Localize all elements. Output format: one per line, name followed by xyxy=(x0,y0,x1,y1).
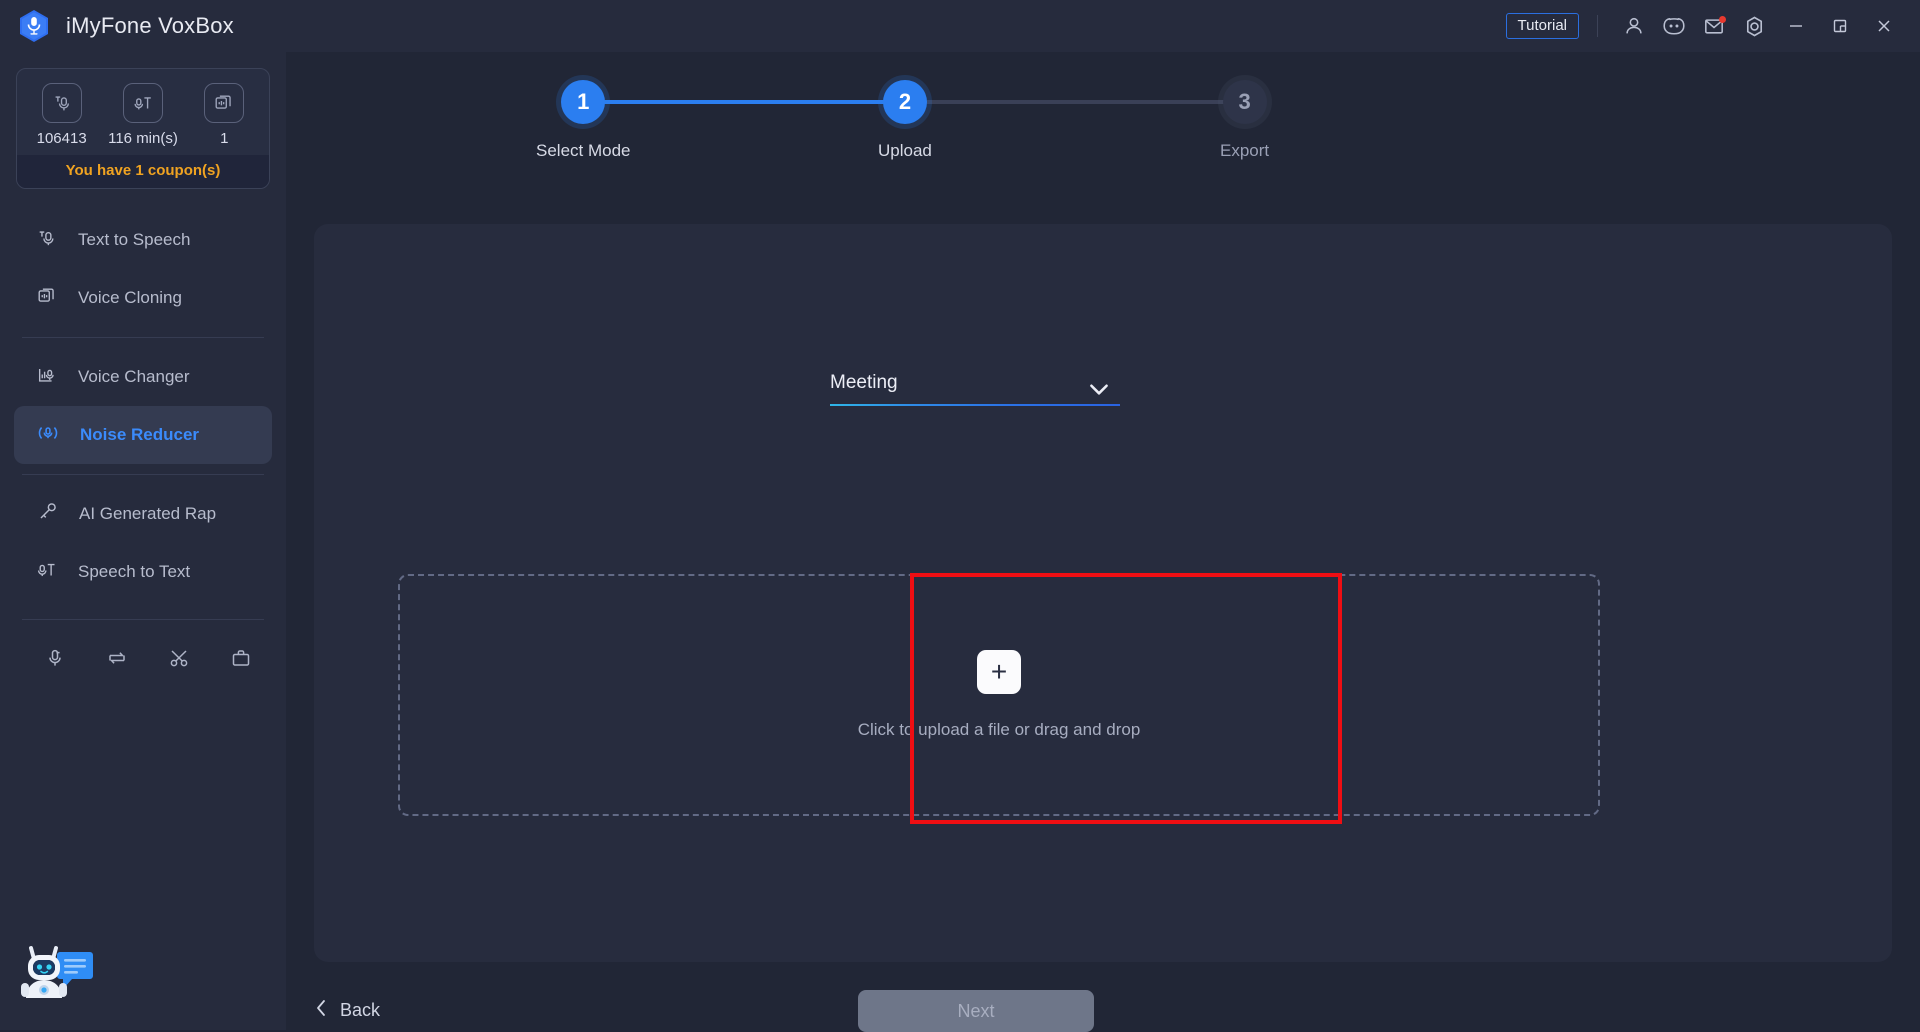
converter-icon[interactable] xyxy=(86,638,148,678)
sidebar-item-label: AI Generated Rap xyxy=(79,504,217,523)
voice-cloning-icon xyxy=(36,285,58,312)
sidebar-item-voice-changer[interactable]: Voice Changer xyxy=(14,348,272,406)
close-button[interactable] xyxy=(1862,0,1906,52)
credit-value: 1 xyxy=(220,130,229,147)
stepper-step-3[interactable]: 3 Export xyxy=(1220,80,1269,161)
progress-stepper: 1 Select Mode 2 Upload 3 Export xyxy=(286,80,1920,200)
step-label: Upload xyxy=(878,141,932,160)
sidebar-item-speech-to-text[interactable]: Speech to Text xyxy=(14,543,272,601)
title-bar: iMyFone VoxBox Tutorial xyxy=(0,0,1920,52)
sidebar-item-text-to-speech[interactable]: Text to Speech xyxy=(14,211,272,269)
step-number: 3 xyxy=(1222,80,1267,124)
back-button-label: Back xyxy=(340,1000,381,1020)
mode-select-value: Meeting xyxy=(830,372,898,393)
add-file-button[interactable]: + xyxy=(977,650,1021,694)
speech-to-text-icon xyxy=(122,83,163,123)
tutorial-button[interactable]: Tutorial xyxy=(1505,13,1579,39)
sidebar-item-label: Noise Reducer xyxy=(80,425,200,444)
sidebar-item-label: Voice Changer xyxy=(78,367,190,386)
credit-speech-to-text[interactable]: 116 min(s) xyxy=(103,83,184,147)
toolbox-icon[interactable] xyxy=(210,638,272,678)
next-button[interactable]: Next xyxy=(858,990,1094,1032)
sidebar: 106413 116 min(s) 1 You have 1 coupon(s)… xyxy=(0,52,286,1030)
step-number: 1 xyxy=(561,80,606,124)
recorder-icon[interactable] xyxy=(24,638,86,678)
dropzone-hint-text: Click to upload a file or drag and drop xyxy=(857,720,1141,739)
sidebar-item-label: Text to Speech xyxy=(78,230,191,249)
mode-select-underline xyxy=(830,404,1120,406)
stepper-step-2[interactable]: 2 Upload xyxy=(878,80,932,161)
noise-reducer-icon xyxy=(36,421,60,450)
credit-voice-cloning[interactable]: 1 xyxy=(184,83,265,147)
account-icon[interactable] xyxy=(1614,6,1654,46)
minimize-button[interactable] xyxy=(1774,0,1818,52)
credits-row: 106413 116 min(s) 1 xyxy=(17,69,269,155)
credit-text-to-speech[interactable]: 106413 xyxy=(21,83,102,147)
stepper-step-1[interactable]: 1 Select Mode xyxy=(536,80,631,161)
settings-gear-icon[interactable] xyxy=(1734,6,1774,46)
mail-icon[interactable] xyxy=(1694,6,1734,46)
titlebar-divider xyxy=(1597,15,1598,37)
step-number: 2 xyxy=(882,80,927,124)
app-logo-icon xyxy=(16,8,52,44)
stepper-connector-2-3 xyxy=(922,100,1264,104)
credit-value: 106413 xyxy=(36,130,87,147)
sidebar-divider xyxy=(22,337,264,338)
text-to-speech-icon xyxy=(36,227,58,254)
credits-card: 106413 116 min(s) 1 You have 1 coupon(s) xyxy=(16,68,270,189)
quick-tools-row xyxy=(24,638,286,678)
stepper-connector-1-2 xyxy=(580,100,922,104)
titlebar-actions: Tutorial xyxy=(1505,0,1906,52)
chevron-left-icon xyxy=(314,998,328,1023)
sidebar-item-label: Voice Cloning xyxy=(78,288,182,307)
sidebar-item-ai-generated-rap[interactable]: AI Generated Rap xyxy=(14,485,272,543)
sidebar-item-noise-reducer[interactable]: Noise Reducer xyxy=(14,406,272,464)
content-panel: Meeting + Click to upload a file or drag… xyxy=(314,224,1892,962)
app-title: iMyFone VoxBox xyxy=(66,13,234,38)
speech-to-text-icon xyxy=(36,559,58,586)
mail-badge-dot xyxy=(1719,16,1726,23)
main-content: 1 Select Mode 2 Upload 3 Export Meeting … xyxy=(286,52,1920,1032)
sidebar-item-label: Speech to Text xyxy=(78,562,191,581)
sidebar-nav: Text to Speech Voice Cloning Voice Chang… xyxy=(0,211,286,678)
coupon-banner[interactable]: You have 1 coupon(s) xyxy=(17,155,269,188)
back-button[interactable]: Back xyxy=(314,998,380,1023)
mode-select[interactable]: Meeting xyxy=(830,372,1120,406)
file-dropzone[interactable]: + Click to upload a file or drag and dro… xyxy=(398,574,1600,816)
step-label: Export xyxy=(1220,141,1270,160)
chevron-down-icon[interactable] xyxy=(1086,376,1112,407)
sidebar-divider xyxy=(22,619,264,620)
sidebar-item-voice-cloning[interactable]: Voice Cloning xyxy=(14,269,272,327)
cutter-icon[interactable] xyxy=(148,638,210,678)
text-to-speech-icon xyxy=(41,83,82,123)
voice-changer-icon xyxy=(36,364,58,391)
chat-bot-mascot[interactable] xyxy=(14,926,100,1012)
maximize-button[interactable] xyxy=(1818,0,1862,52)
step-label: Select Mode xyxy=(536,141,631,160)
voice-cloning-icon xyxy=(204,83,245,123)
credit-value: 116 min(s) xyxy=(108,130,178,147)
ai-rap-icon xyxy=(36,500,59,528)
sidebar-divider xyxy=(22,474,264,475)
discord-icon[interactable] xyxy=(1654,6,1694,46)
